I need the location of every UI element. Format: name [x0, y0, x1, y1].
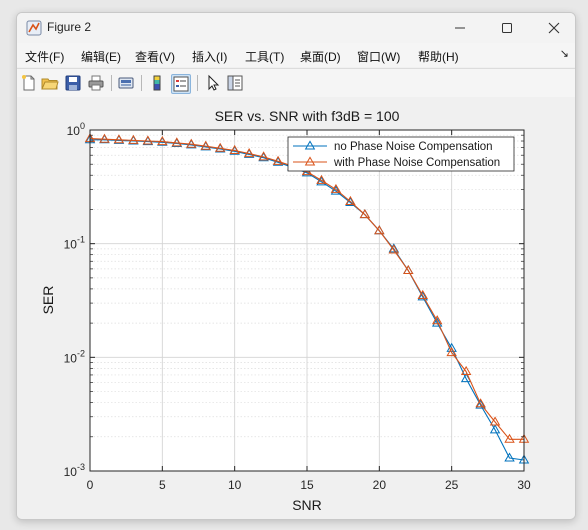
x-tick-label: 15 — [300, 478, 314, 492]
x-tick-label: 25 — [445, 478, 459, 492]
legend-entry-2: with Phase Noise Compensation — [333, 157, 500, 169]
close-button[interactable] — [539, 17, 569, 39]
minimize-button[interactable] — [445, 17, 475, 39]
print-icon[interactable] — [87, 74, 105, 92]
toolbar-separator — [197, 75, 198, 91]
open-folder-icon[interactable] — [41, 74, 59, 92]
new-file-icon[interactable] — [20, 74, 38, 92]
y-axis-label: SER — [40, 286, 56, 315]
toolbar-separator — [141, 75, 142, 91]
y-tick-label: 10-3 — [64, 462, 85, 479]
menu-file[interactable]: 文件(F) — [25, 48, 64, 65]
ser-vs-snr-plot[interactable]: SER vs. SNR with f3dB = 100 10-3 10-2 10-1… — [17, 97, 575, 519]
legend-icon[interactable] — [171, 74, 191, 94]
colorbar-icon[interactable] — [148, 74, 166, 92]
menu-help[interactable]: 帮助(H) — [418, 48, 459, 65]
x-axis-label: SNR — [292, 497, 322, 513]
menu-insert[interactable]: 插入(I) — [192, 48, 227, 65]
menu-tools[interactable]: 工具(T) — [245, 48, 284, 65]
x-tick-label: 5 — [159, 478, 166, 492]
pointer-icon[interactable] — [204, 74, 222, 92]
figure-canvas: SER vs. SNR with f3dB = 100 10-3 10-2 10-1… — [17, 97, 575, 519]
menu-overflow-arrow-icon[interactable]: ↘ — [560, 47, 569, 60]
figure-window: Figure 2 文件(F) 编辑(E) 查看(V) 插入(I) 工具(T) 桌… — [16, 12, 576, 520]
matlab-figure-icon — [26, 20, 42, 36]
y-tick-label: 10-2 — [64, 348, 85, 365]
maximize-button[interactable] — [492, 17, 522, 39]
minimize-icon — [455, 27, 465, 29]
save-icon[interactable] — [64, 74, 82, 92]
menu-edit[interactable]: 编辑(E) — [81, 48, 121, 65]
x-tick-label: 0 — [87, 478, 94, 492]
title-bar[interactable]: Figure 2 — [17, 13, 575, 43]
legend-entry-1: no Phase Noise Compensation — [334, 141, 493, 153]
menu-bar: 文件(F) 编辑(E) 查看(V) 插入(I) 工具(T) 桌面(D) 窗口(W… — [17, 43, 575, 67]
window-title: Figure 2 — [47, 20, 92, 34]
close-icon — [548, 22, 560, 34]
menu-window[interactable]: 窗口(W) — [357, 48, 400, 65]
chart-title: SER vs. SNR with f3dB = 100 — [215, 108, 400, 124]
link-plot-icon[interactable] — [117, 74, 135, 92]
y-tick-label: 100 — [67, 121, 85, 138]
x-tick-label: 30 — [517, 478, 531, 492]
y-tick-label: 10-1 — [64, 235, 85, 252]
legend[interactable]: no Phase Noise Compensation with Phase No… — [287, 136, 515, 172]
menu-desktop[interactable]: 桌面(D) — [300, 48, 341, 65]
property-editor-icon[interactable] — [226, 74, 244, 92]
x-tick-label: 20 — [373, 478, 387, 492]
maximize-icon — [502, 23, 512, 33]
toolbar-separator — [111, 75, 112, 91]
menu-view[interactable]: 查看(V) — [135, 48, 175, 65]
figure-toolbar — [17, 68, 575, 98]
x-tick-label: 10 — [228, 478, 242, 492]
